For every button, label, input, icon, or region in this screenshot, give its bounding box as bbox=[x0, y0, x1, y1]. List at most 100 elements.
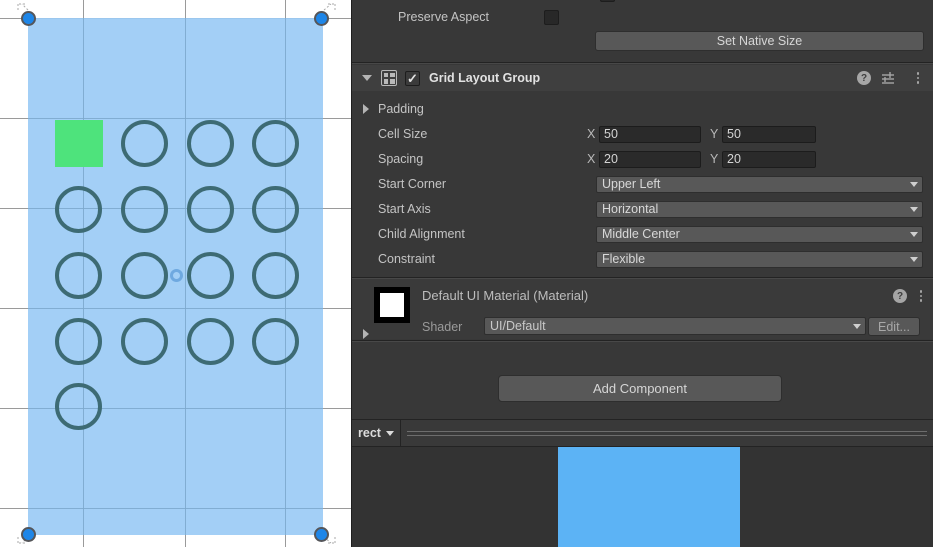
chevron-right-icon[interactable] bbox=[363, 104, 369, 114]
chevron-down-icon bbox=[910, 206, 918, 212]
constraint-dropdown[interactable]: Flexible bbox=[596, 250, 923, 268]
start-axis-dropdown[interactable]: Horizontal bbox=[596, 200, 923, 218]
material-title: Default UI Material (Material) bbox=[422, 288, 589, 303]
scene-grid-line-horizontal-overlay bbox=[28, 118, 323, 119]
child-alignment-row: Child Alignment Middle Center bbox=[352, 225, 933, 243]
preview-content bbox=[558, 447, 740, 547]
scene-grid-line-vertical-overlay bbox=[185, 18, 186, 535]
preview-toolbar: rect bbox=[352, 419, 933, 447]
cell-size-row: Cell Size X 50 Y 50 bbox=[352, 125, 933, 143]
grid-cell-circle[interactable] bbox=[55, 318, 102, 365]
grid-cell-circle[interactable] bbox=[252, 120, 299, 167]
padding-row[interactable]: Padding bbox=[352, 100, 933, 118]
rect-mode-dropdown[interactable]: rect bbox=[352, 420, 401, 446]
constraint-value: Flexible bbox=[602, 252, 646, 266]
chevron-down-icon bbox=[910, 256, 918, 262]
clipped-checkbox-above[interactable] bbox=[600, 0, 615, 2]
child-alignment-value: Middle Center bbox=[602, 227, 680, 241]
cell-size-y-axis-label: Y bbox=[710, 127, 719, 141]
chevron-right-icon[interactable] bbox=[363, 329, 369, 339]
resize-handle-bottom-right[interactable] bbox=[314, 527, 329, 542]
start-corner-value: Upper Left bbox=[602, 177, 661, 191]
chevron-down-icon bbox=[910, 231, 918, 237]
shader-dropdown[interactable]: UI/Default bbox=[484, 317, 866, 335]
chevron-down-icon[interactable] bbox=[362, 75, 372, 81]
preset-icon[interactable] bbox=[881, 71, 896, 86]
shader-edit-label: Edit... bbox=[878, 319, 910, 334]
constraint-row: Constraint Flexible bbox=[352, 250, 933, 268]
help-icon[interactable]: ? bbox=[893, 289, 907, 303]
grid-cell-circle[interactable] bbox=[187, 318, 234, 365]
grid-cell-circle[interactable] bbox=[187, 120, 234, 167]
more-menu-icon[interactable] bbox=[919, 290, 922, 302]
start-corner-dropdown[interactable]: Upper Left bbox=[596, 175, 923, 193]
grid-cell-circle[interactable] bbox=[121, 318, 168, 365]
grid-cell-circle[interactable] bbox=[55, 186, 102, 233]
start-corner-row: Start Corner Upper Left bbox=[352, 175, 933, 193]
grid-cell-circle[interactable] bbox=[121, 186, 168, 233]
grid-cell-circle[interactable] bbox=[187, 186, 234, 233]
grid-cell-circle[interactable] bbox=[187, 252, 234, 299]
chevron-down-icon bbox=[385, 430, 394, 436]
preserve-aspect-row: Preserve Aspect bbox=[352, 7, 933, 27]
pivot-handle[interactable] bbox=[170, 269, 183, 282]
chevron-down-icon bbox=[910, 181, 918, 187]
spacing-y-axis-label: Y bbox=[710, 152, 719, 166]
child-alignment-dropdown[interactable]: Middle Center bbox=[596, 225, 923, 243]
spacing-x-axis-label: X bbox=[587, 152, 596, 166]
cell-size-label: Cell Size bbox=[378, 127, 428, 141]
start-axis-value: Horizontal bbox=[602, 202, 659, 216]
add-component-button[interactable]: Add Component bbox=[498, 375, 782, 402]
child-alignment-label: Child Alignment bbox=[378, 227, 465, 241]
unity-editor-window: Preserve Aspect Set Native Size ✓ Grid L… bbox=[0, 0, 933, 547]
chevron-down-icon bbox=[853, 323, 861, 329]
section-divider-highlight bbox=[352, 63, 933, 64]
cell-size-y-input[interactable]: 50 bbox=[722, 125, 816, 143]
resize-handle-top-right[interactable] bbox=[314, 11, 329, 26]
add-component-label: Add Component bbox=[593, 381, 687, 396]
padding-label: Padding bbox=[378, 102, 424, 116]
checkmark-icon: ✓ bbox=[407, 70, 418, 86]
cell-size-x-input[interactable]: 50 bbox=[599, 125, 701, 143]
section-divider-highlight bbox=[352, 341, 933, 342]
spacing-label: Spacing bbox=[378, 152, 424, 166]
preview-pane bbox=[352, 447, 933, 547]
grid-cell-circle[interactable] bbox=[121, 120, 168, 167]
grid-cell-circle[interactable] bbox=[55, 252, 102, 299]
scene-grid-line-horizontal-overlay bbox=[28, 508, 323, 509]
spacing-row: Spacing X 20 Y 20 bbox=[352, 150, 933, 168]
spacing-x-input[interactable]: 20 bbox=[599, 150, 701, 168]
preserve-aspect-label: Preserve Aspect bbox=[398, 10, 490, 24]
grid-cell-circle[interactable] bbox=[252, 318, 299, 365]
resize-handle-bottom-left[interactable] bbox=[21, 527, 36, 542]
grid-cell-circle[interactable] bbox=[55, 383, 102, 430]
rect-mode-label: rect bbox=[358, 426, 381, 440]
material-block: Default UI Material (Material) ? Shader … bbox=[352, 279, 933, 339]
grid-layout-group-enabled-checkbox[interactable]: ✓ bbox=[405, 70, 420, 86]
resize-handle-top-left[interactable] bbox=[21, 11, 36, 26]
shader-edit-button[interactable]: Edit... bbox=[868, 317, 920, 336]
material-preview-swatch[interactable] bbox=[374, 287, 410, 323]
start-corner-label: Start Corner bbox=[378, 177, 447, 191]
start-axis-row: Start Axis Horizontal bbox=[352, 200, 933, 218]
grid-cell-circle[interactable] bbox=[252, 252, 299, 299]
grid-cell-circle[interactable] bbox=[252, 186, 299, 233]
more-menu-icon[interactable] bbox=[916, 72, 919, 84]
help-icon[interactable]: ? bbox=[857, 71, 871, 85]
shader-value: UI/Default bbox=[490, 319, 546, 333]
cell-size-x-axis-label: X bbox=[587, 127, 596, 141]
set-native-size-button[interactable]: Set Native Size bbox=[595, 31, 924, 51]
start-axis-label: Start Axis bbox=[378, 202, 431, 216]
constraint-label: Constraint bbox=[378, 252, 435, 266]
preserve-aspect-checkbox[interactable] bbox=[544, 9, 560, 25]
scene-view[interactable] bbox=[0, 0, 352, 547]
grid-layout-group-header[interactable]: ✓ Grid Layout Group ? bbox=[352, 65, 933, 91]
scene-grid-line-horizontal-overlay bbox=[28, 308, 323, 309]
spacing-y-input[interactable]: 20 bbox=[722, 150, 816, 168]
grid-cell-selected[interactable] bbox=[55, 120, 103, 167]
grid-2x2-icon bbox=[381, 70, 397, 86]
zoom-slider[interactable] bbox=[406, 427, 927, 439]
grid-cell-circle[interactable] bbox=[121, 252, 168, 299]
grid-layout-group-title: Grid Layout Group bbox=[429, 71, 541, 85]
shader-label: Shader bbox=[422, 320, 463, 334]
